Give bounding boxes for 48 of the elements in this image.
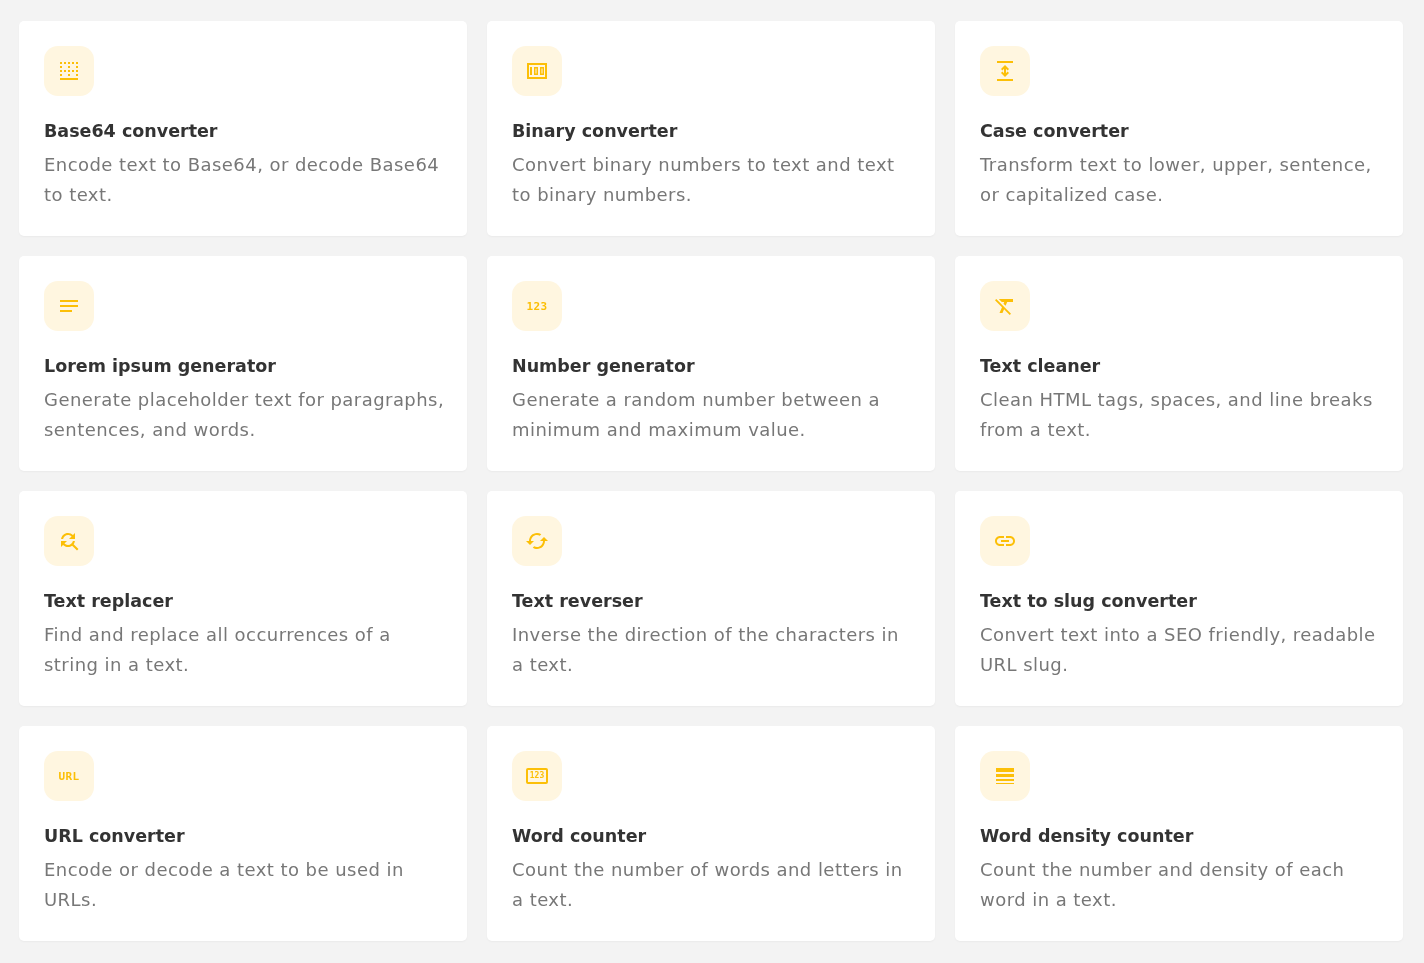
tool-card[interactable]: Binary converter Convert binary numbers to text and text to binary numbers. — [487, 21, 935, 236]
tool-card[interactable]: Text reverser Inverse the direction of the characters in a text. — [487, 491, 935, 706]
text-lines-icon — [44, 281, 94, 331]
tool-card[interactable]: Text to slug converter Convert text into a SEO friendly, readable URL slug. — [955, 491, 1403, 706]
tool-title: Word density counter — [980, 825, 1194, 848]
tool-card[interactable]: Text replacer Find and replace all occurrences of a string in a text. — [19, 491, 467, 706]
text-glyph-icon: URL — [44, 751, 94, 801]
tool-title: Number generator — [512, 355, 695, 378]
tool-description: Count the number and density of each word in a text. — [980, 858, 1346, 912]
tool-card[interactable]: Word density counter Count the number and density of each word in a text. — [955, 726, 1403, 941]
tool-card[interactable]: Base64 converter Encode text to Base64, or decode Base64 to text. — [19, 21, 467, 236]
tool-title: Text cleaner — [980, 355, 1101, 378]
tool-title: Lorem ipsum generator — [44, 355, 276, 378]
tool-description: Encode or decode a text to be used in URLs. — [44, 858, 405, 912]
tool-card[interactable]: 123 Number generator Generate a random number between a minimum and maximum value. — [487, 256, 935, 471]
tool-card[interactable]: Lorem ipsum generator Generate placeholder text for paragraphs, sentences, and words. — [19, 256, 467, 471]
tool-card[interactable]: URL URL converter Encode or decode a text to be used in URLs. — [19, 726, 467, 941]
tool-description: Generate placeholder text for paragraphs, sentences, and words. — [44, 388, 446, 442]
refresh-arrows-icon — [512, 516, 562, 566]
tool-card[interactable]: Text cleaner Clean HTML tags, spaces, and line breaks from a text. — [955, 256, 1403, 471]
text-glyph-icon: 123 — [512, 281, 562, 331]
vertical-arrows-icon — [980, 46, 1030, 96]
tool-description: Transform text to lower, upper, sentence, or capitalized case. — [980, 153, 1373, 207]
tool-description: Count the number of words and letters in a text. — [512, 858, 904, 912]
tool-description: Convert binary numbers to text and text to binary numbers. — [512, 153, 896, 207]
bill-icon — [512, 46, 562, 96]
tool-card[interactable]: Case converter Transform text to lower, upper, sentence, or capitalized case. — [955, 21, 1403, 236]
tool-description: Convert text into a SEO friendly, readable URL slug. — [980, 623, 1377, 677]
tool-title: Base64 converter — [44, 120, 218, 143]
tool-title: Case converter — [980, 120, 1129, 143]
link-icon — [980, 516, 1030, 566]
tool-description: Generate a random number between a minimum and maximum value. — [512, 388, 881, 442]
tool-title: Text reverser — [512, 590, 643, 613]
framed-numbers-icon: 123 — [512, 751, 562, 801]
tool-description: Find and replace all occurrences of a string in a text. — [44, 623, 392, 677]
line-weight-icon — [980, 751, 1030, 801]
find-replace-icon — [44, 516, 94, 566]
tool-title: URL converter — [44, 825, 185, 848]
tool-description: Clean HTML tags, spaces, and line breaks from a text. — [980, 388, 1374, 442]
tool-title: Text to slug converter — [980, 590, 1197, 613]
tool-title: Text replacer — [44, 590, 173, 613]
tool-card[interactable]: 123 Word counter Count the number of words and letters in a text. — [487, 726, 935, 941]
clear-format-icon — [980, 281, 1030, 331]
tool-title: Word counter — [512, 825, 647, 848]
tool-description: Encode text to Base64, or decode Base64 to text. — [44, 153, 441, 207]
tool-title: Binary converter — [512, 120, 678, 143]
tool-description: Inverse the direction of the characters in a text. — [512, 623, 900, 677]
dotted-grid-icon — [44, 46, 94, 96]
